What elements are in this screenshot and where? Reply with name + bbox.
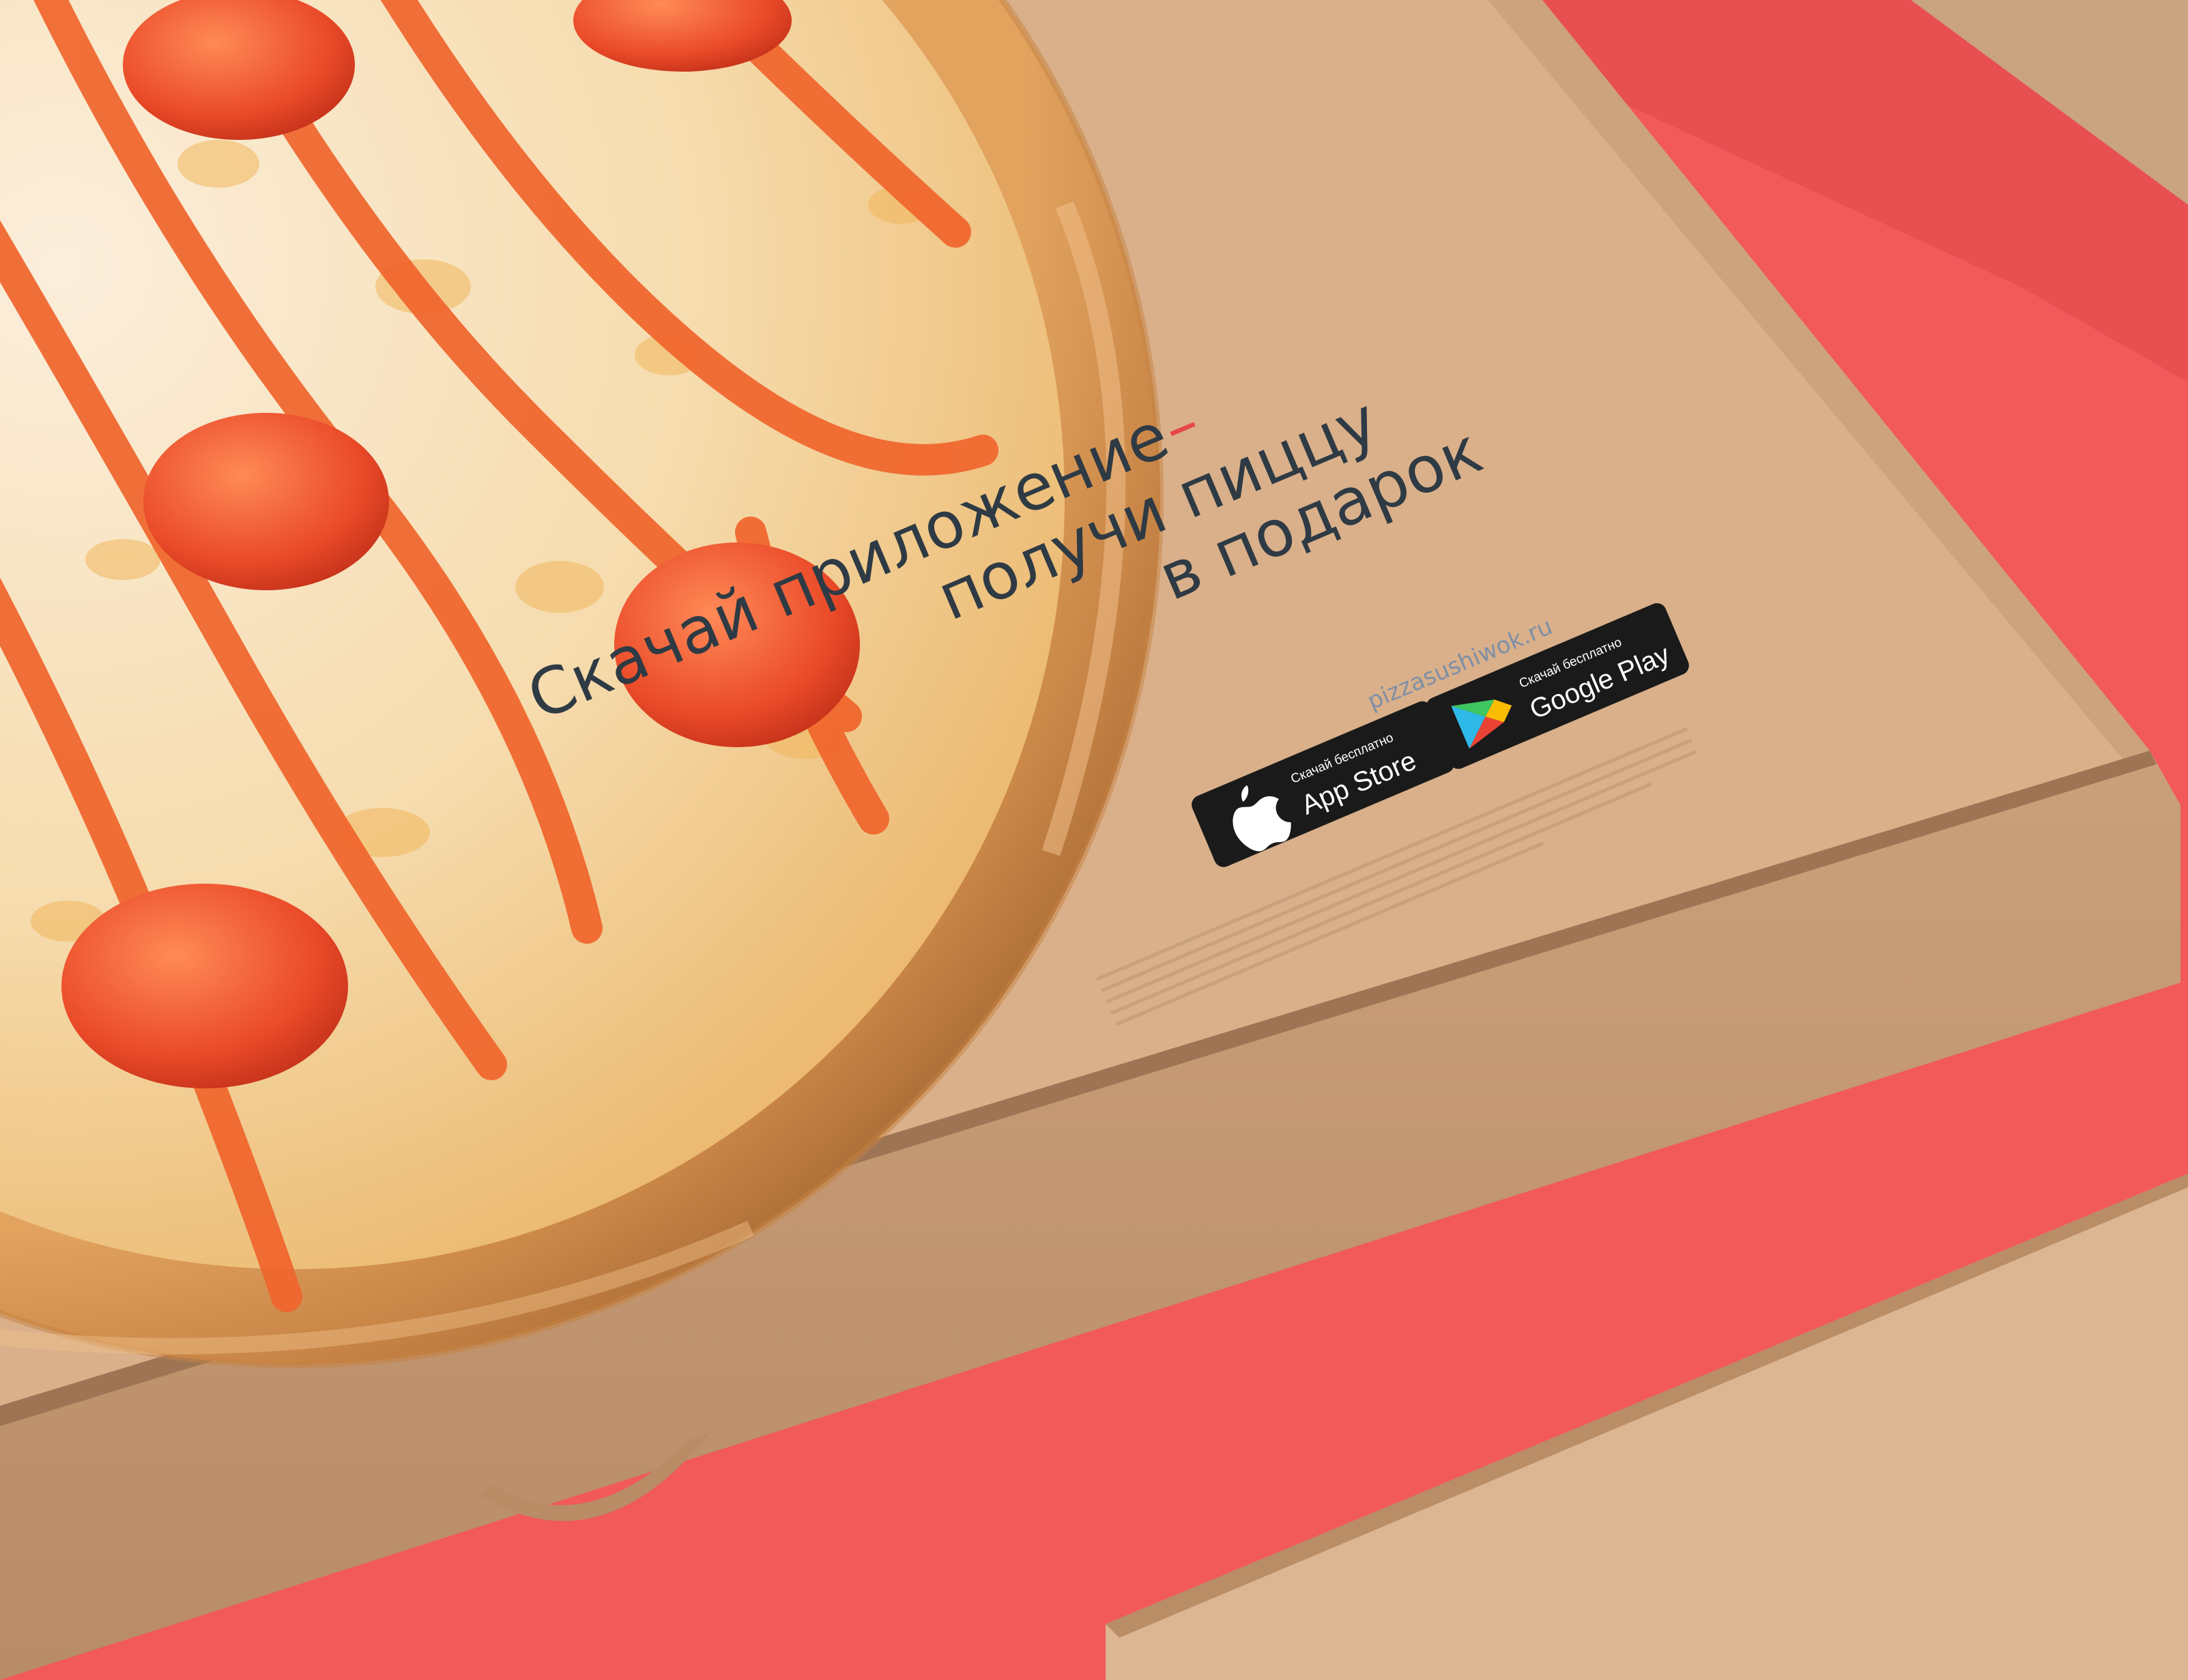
pizza-box-artwork: Скачай приложение – получи пиццу в подар… [0, 0, 2188, 1680]
pizza-box-scene: Скачай приложение – получи пиццу в подар… [0, 0, 2188, 1680]
